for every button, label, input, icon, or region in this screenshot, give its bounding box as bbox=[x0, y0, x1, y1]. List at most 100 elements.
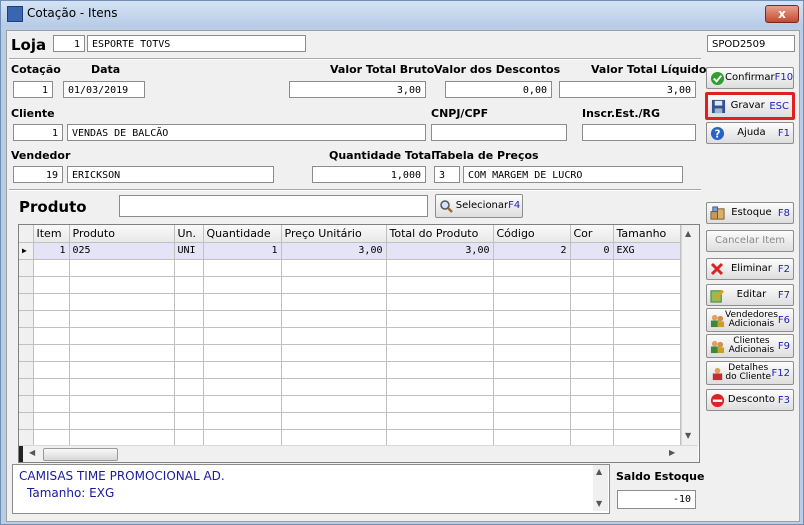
empty-cell bbox=[281, 276, 387, 294]
loja-name-field[interactable]: ESPORTE TOTVS bbox=[87, 35, 306, 52]
empty-cell bbox=[19, 310, 34, 328]
empty-cell bbox=[33, 429, 70, 447]
boxes-icon bbox=[709, 205, 725, 221]
selecionar-button[interactable]: SelecionarF4 bbox=[435, 194, 523, 218]
clientes-adicionais-button[interactable]: Clientes Adicionais F9 bbox=[706, 334, 794, 358]
col-preco-unitario[interactable]: Preço Unitário bbox=[281, 225, 387, 243]
desconto-button[interactable]: Desconto F3 bbox=[706, 389, 794, 411]
col-total-produto[interactable]: Total do Produto bbox=[386, 225, 494, 243]
desconto-key: F3 bbox=[777, 394, 790, 406]
valor-bruto-field[interactable]: 3,00 bbox=[289, 81, 426, 98]
vendedor-name-field[interactable]: ERICKSON bbox=[67, 166, 274, 183]
horizontal-scrollbar[interactable]: ◀ ▶ bbox=[19, 445, 698, 462]
eliminar-button[interactable]: Eliminar F2 bbox=[706, 258, 794, 280]
empty-cell bbox=[493, 259, 571, 277]
empty-cell bbox=[493, 361, 571, 379]
col-item[interactable]: Item bbox=[33, 225, 70, 243]
tabela-label: Tabela de Preços bbox=[434, 149, 539, 162]
cell-codigo[interactable]: 2 bbox=[493, 242, 571, 260]
cancelar-label: Cancelar Item bbox=[714, 235, 786, 246]
valor-liq-label: Valor Total Líquido bbox=[591, 63, 707, 76]
empty-row bbox=[19, 361, 681, 379]
produto-input[interactable] bbox=[119, 195, 428, 217]
ajuda-button[interactable]: ? Ajuda F1 bbox=[706, 122, 794, 144]
estoque-button[interactable]: Estoque F8 bbox=[706, 202, 794, 224]
empty-cell bbox=[386, 344, 494, 362]
empty-cell bbox=[613, 293, 681, 311]
empty-cell bbox=[281, 395, 387, 413]
quantidade-field[interactable]: 1,000 bbox=[312, 166, 426, 183]
scroll-left-icon[interactable]: ◀ bbox=[29, 448, 35, 457]
cell-produto[interactable]: 025 bbox=[69, 242, 175, 260]
empty-cell bbox=[203, 259, 282, 277]
empty-cell bbox=[33, 412, 70, 430]
cell-quantidade[interactable]: 1 bbox=[203, 242, 282, 260]
col-produto[interactable]: Produto bbox=[69, 225, 175, 243]
col-un[interactable]: Un. bbox=[174, 225, 204, 243]
empty-cell bbox=[386, 395, 494, 413]
saldo-field[interactable]: -10 bbox=[617, 490, 696, 509]
empty-cell bbox=[203, 378, 282, 396]
cell-un[interactable]: UNI bbox=[174, 242, 204, 260]
confirmar-label: ConfirmarF10 bbox=[725, 72, 794, 83]
valor-liq-field[interactable]: 3,00 bbox=[559, 81, 696, 98]
cliente-name-field[interactable]: VENDAS DE BALCÃO bbox=[67, 124, 426, 141]
empty-cell bbox=[281, 327, 387, 345]
cancelar-item-button[interactable]: Cancelar Item bbox=[706, 230, 794, 252]
empty-row bbox=[19, 293, 681, 311]
empty-cell bbox=[386, 276, 494, 294]
confirmar-button[interactable]: ConfirmarF10 bbox=[706, 67, 794, 89]
selecionar-label: SelecionarF4 bbox=[455, 200, 521, 211]
tabela-code-field[interactable]: 3 bbox=[434, 166, 460, 183]
empty-cell bbox=[69, 412, 175, 430]
cell-item[interactable]: 1 bbox=[33, 242, 70, 260]
empty-cell bbox=[493, 429, 571, 447]
col-codigo[interactable]: Código bbox=[493, 225, 571, 243]
table-row[interactable]: ▶ 1 025 UNI 1 3,00 3,00 2 0 EXG bbox=[19, 242, 681, 260]
scroll-up-icon[interactable]: ▲ bbox=[685, 229, 691, 238]
gravar-button[interactable]: Gravar ESC bbox=[705, 92, 795, 120]
col-tamanho[interactable]: Tamanho bbox=[613, 225, 681, 243]
scroll-up-icon[interactable]: ▲ bbox=[596, 467, 602, 476]
empty-cell bbox=[570, 276, 614, 294]
product-description-box[interactable]: CAMISAS TIME PROMOCIONAL AD. Tamanho: EX… bbox=[12, 464, 610, 514]
scroll-down-icon[interactable]: ▼ bbox=[596, 499, 602, 508]
empty-cell bbox=[570, 429, 614, 447]
empty-cell bbox=[570, 395, 614, 413]
cell-tamanho[interactable]: EXG bbox=[613, 242, 681, 260]
scroll-right-icon[interactable]: ▶ bbox=[669, 448, 675, 457]
empty-cell bbox=[203, 412, 282, 430]
empty-row bbox=[19, 310, 681, 328]
description-line2: Tamanho: EXG bbox=[27, 486, 115, 500]
tabela-name-field[interactable]: COM MARGEM DE LUCRO bbox=[463, 166, 683, 183]
close-button[interactable]: x bbox=[765, 5, 799, 23]
vertical-scrollbar[interactable]: ▲ ▼ bbox=[681, 225, 699, 445]
scroll-thumb[interactable] bbox=[43, 448, 118, 461]
cell-cor[interactable]: 0 bbox=[570, 242, 614, 260]
cliente-code-field[interactable]: 1 bbox=[13, 124, 63, 141]
description-scrollbar[interactable]: ▲ ▼ bbox=[593, 465, 608, 511]
col-quantidade[interactable]: Quantidade bbox=[203, 225, 282, 243]
cotacao-field[interactable]: 1 bbox=[13, 81, 53, 98]
empty-cell bbox=[386, 259, 494, 277]
items-grid[interactable]: Item Produto Un. Quantidade Preço Unitár… bbox=[18, 224, 700, 463]
col-cor[interactable]: Cor bbox=[570, 225, 614, 243]
cnpj-field[interactable] bbox=[431, 124, 567, 141]
scroll-down-icon[interactable]: ▼ bbox=[685, 431, 691, 440]
cell-preco-unitario[interactable]: 3,00 bbox=[281, 242, 387, 260]
empty-cell bbox=[493, 293, 571, 311]
empty-cell bbox=[33, 327, 70, 345]
loja-code-field[interactable]: 1 bbox=[53, 35, 85, 52]
empty-cell bbox=[613, 361, 681, 379]
spod-field[interactable]: SPOD2509 bbox=[707, 35, 795, 52]
editar-button[interactable]: Editar F7 bbox=[706, 284, 794, 306]
title-bar: Cotação - Itens x bbox=[1, 1, 803, 27]
data-field[interactable]: 01/03/2019 bbox=[63, 81, 145, 98]
empty-cell bbox=[174, 344, 204, 362]
vendedores-adicionais-button[interactable]: Vendedores Adicionais F6 bbox=[706, 308, 794, 332]
valor-desc-field[interactable]: 0,00 bbox=[445, 81, 552, 98]
inscr-field[interactable] bbox=[582, 124, 696, 141]
cell-total-produto[interactable]: 3,00 bbox=[386, 242, 494, 260]
vendedor-code-field[interactable]: 19 bbox=[13, 166, 63, 183]
detalhes-cliente-button[interactable]: Detalhes do Cliente F12 bbox=[706, 361, 794, 385]
